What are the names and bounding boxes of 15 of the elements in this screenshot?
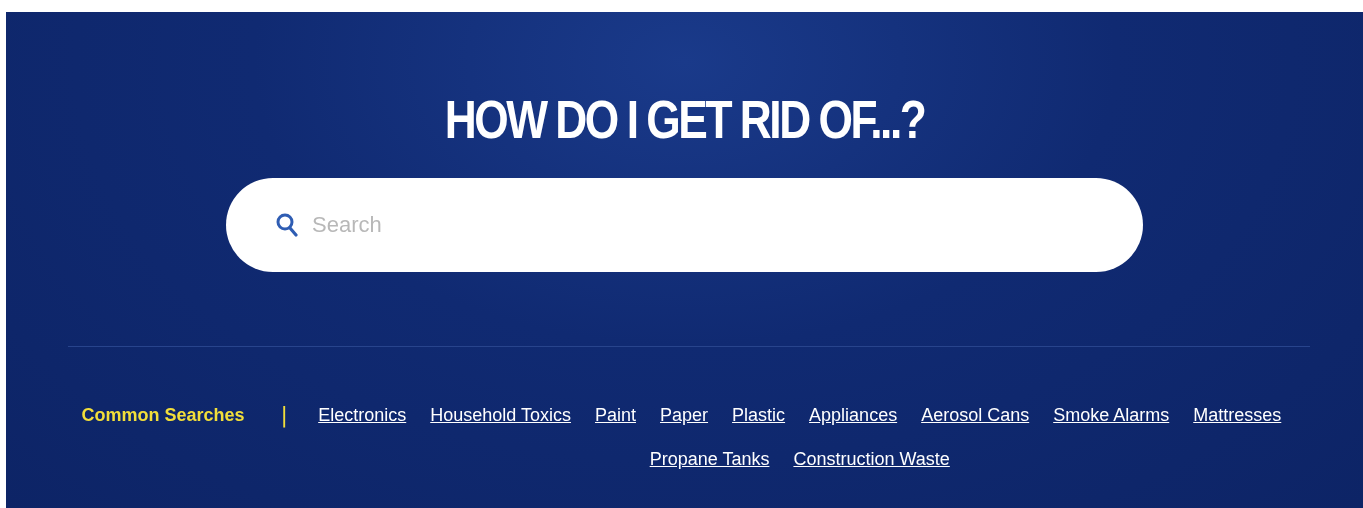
search-link[interactable]: Household Toxics xyxy=(430,403,571,427)
search-link[interactable]: Mattresses xyxy=(1193,403,1282,427)
search-link[interactable]: Propane Tanks xyxy=(649,447,770,471)
search-link[interactable]: Appliances xyxy=(809,403,898,427)
common-searches-label: Common Searches xyxy=(81,404,245,427)
search-link[interactable]: Plastic xyxy=(732,403,786,427)
search-link[interactable]: Paper xyxy=(660,403,709,427)
search-link[interactable]: Construction Waste xyxy=(793,447,950,471)
search-link[interactable]: Aerosol Cans xyxy=(921,403,1030,427)
search-link[interactable]: Smoke Alarms xyxy=(1053,403,1170,427)
search-link[interactable]: Paint xyxy=(595,403,636,427)
separator: | xyxy=(280,403,288,427)
page-heading: HOW DO I GET RID OF...? xyxy=(444,88,925,150)
search-field[interactable]: Search xyxy=(226,178,1143,272)
search-link[interactable]: Electronics xyxy=(318,403,407,427)
